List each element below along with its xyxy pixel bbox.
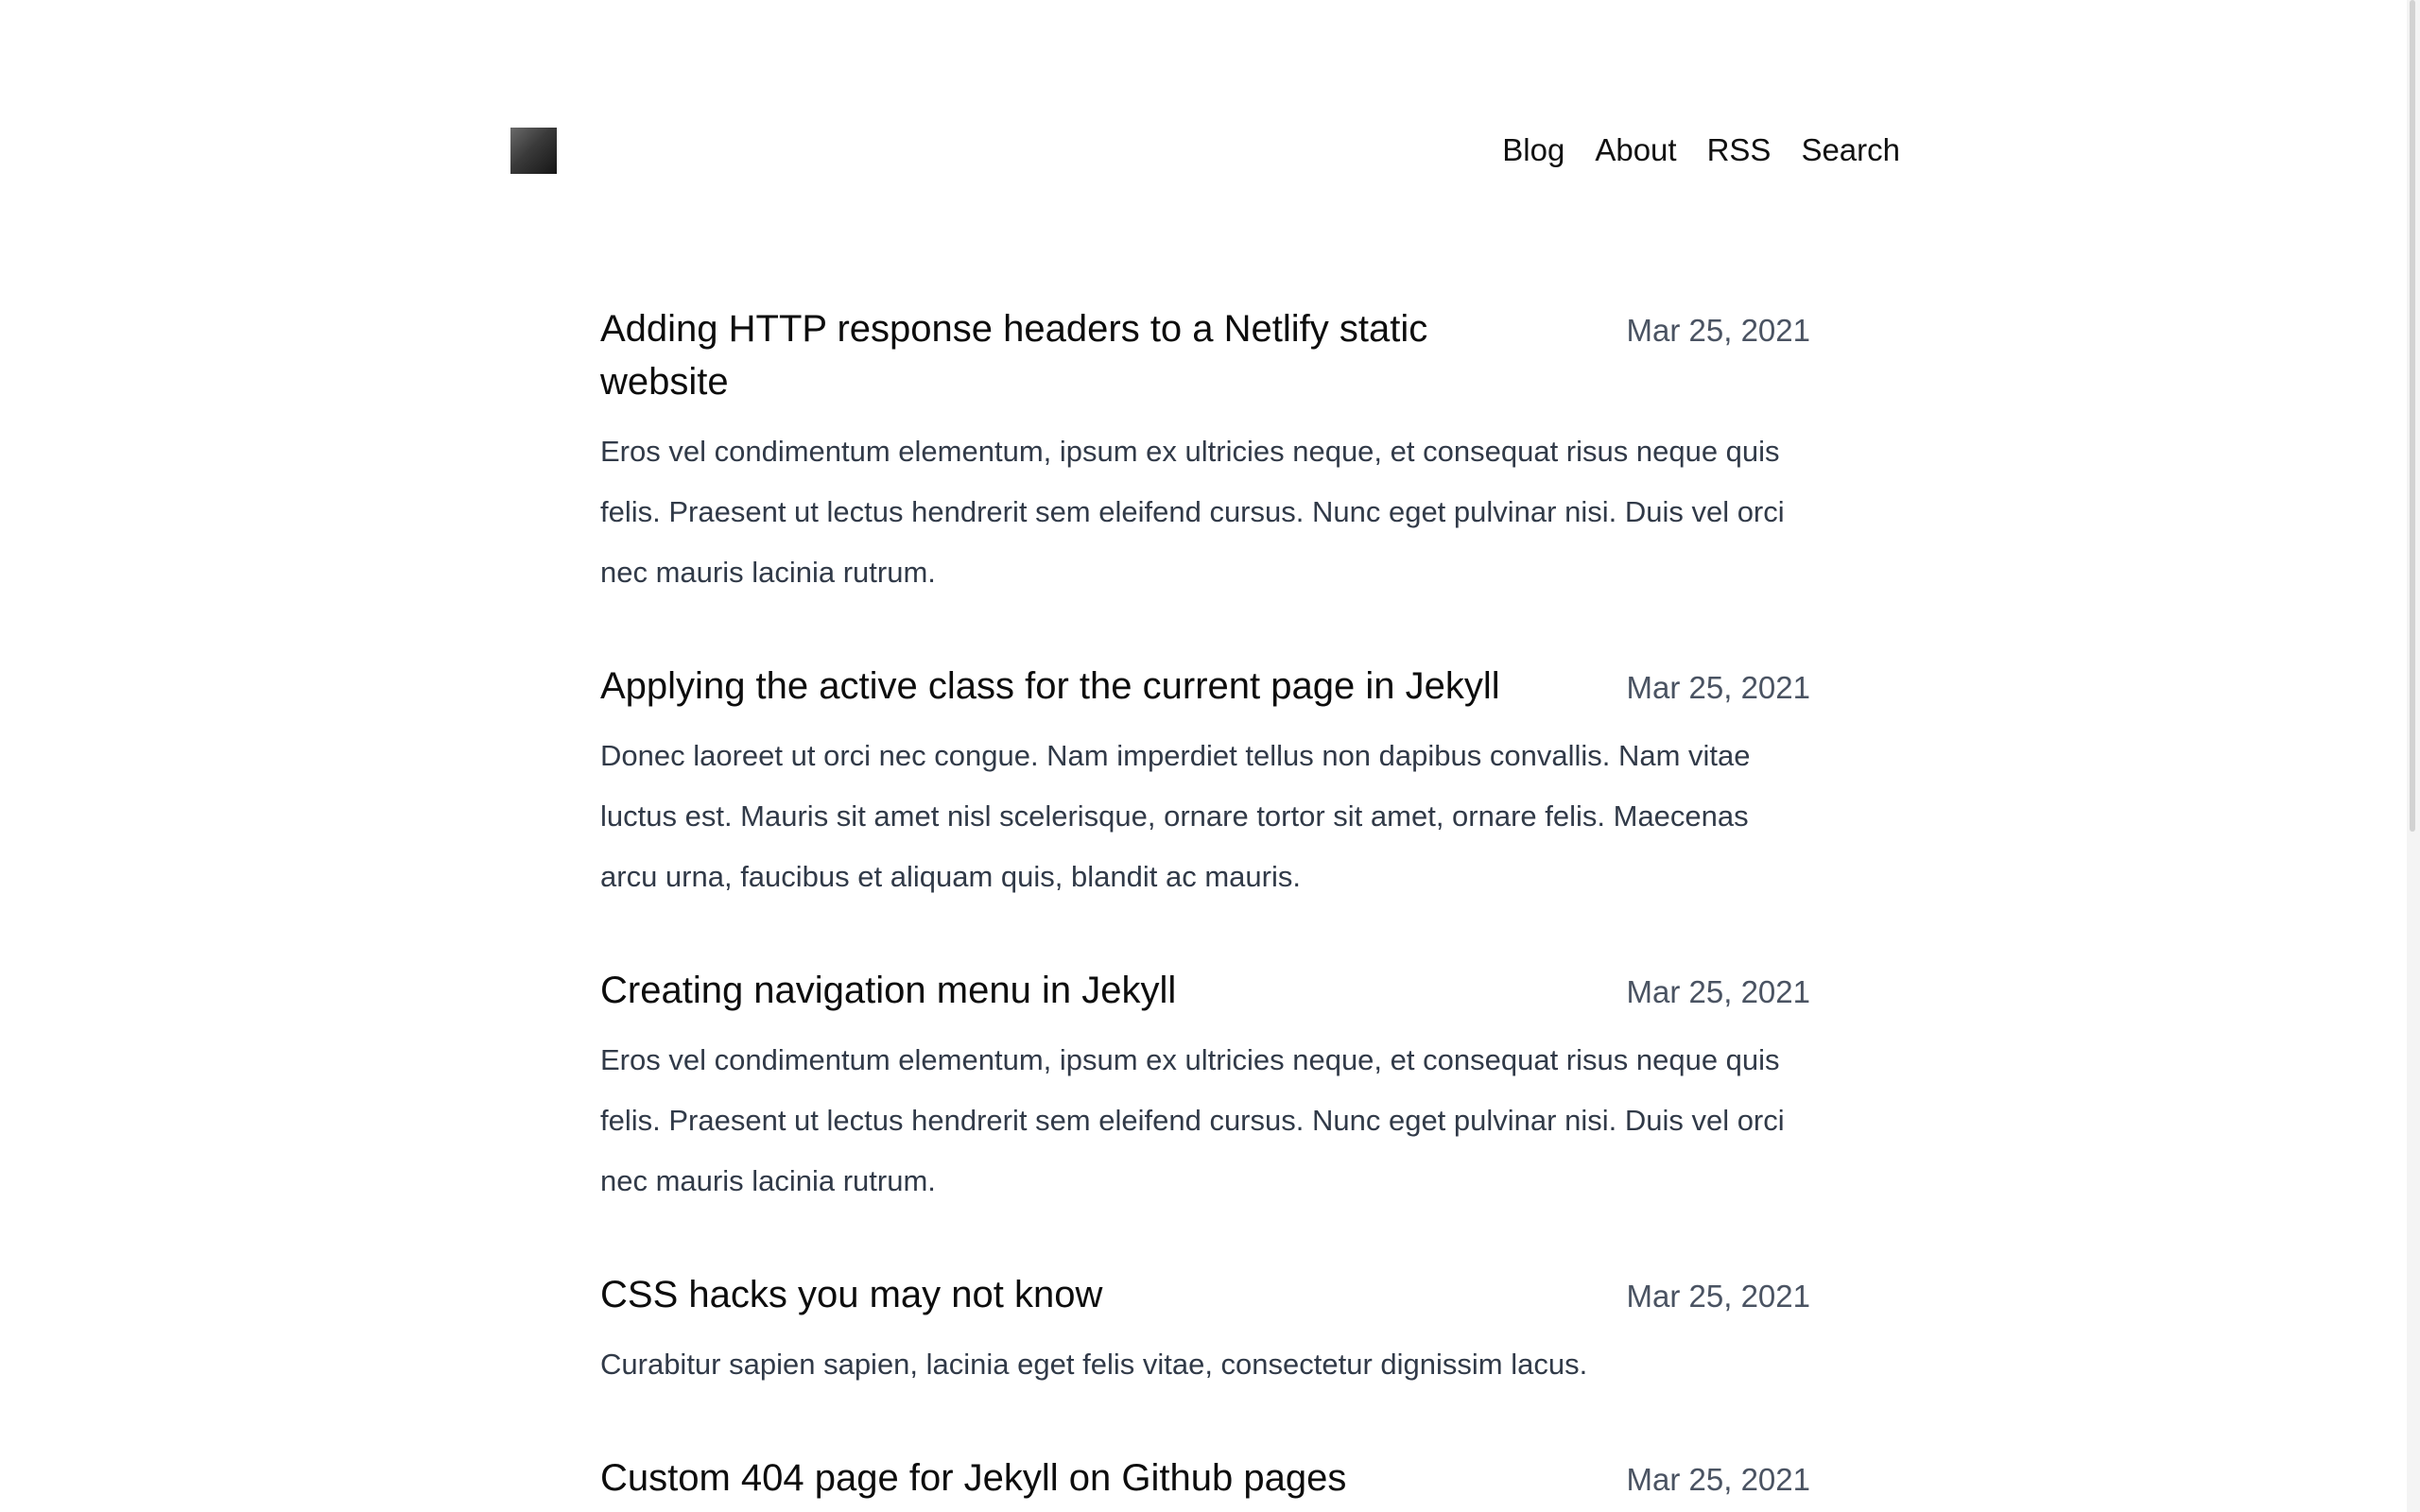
- post-date: Mar 25, 2021: [1626, 1462, 1810, 1497]
- post-title-link[interactable]: Applying the active class for the curren…: [600, 660, 1564, 713]
- scrollbar-thumb[interactable]: [2410, 0, 2415, 832]
- post-list: Adding HTTP response headers to a Netlif…: [600, 302, 1810, 1512]
- post-title-link[interactable]: Adding HTTP response headers to a Netlif…: [600, 302, 1564, 408]
- nav-item-search[interactable]: Search: [1801, 131, 1900, 169]
- post-excerpt: Donec laoreet ut orci nec congue. Nam im…: [600, 739, 1751, 893]
- vertical-scrollbar[interactable]: [2407, 0, 2420, 1512]
- post-date: Mar 25, 2021: [1626, 974, 1810, 1009]
- site-header: Blog About RSS Search: [510, 127, 1900, 174]
- post-date: Mar 25, 2021: [1626, 313, 1810, 348]
- post-title-link[interactable]: Creating navigation menu in Jekyll: [600, 964, 1564, 1017]
- post-excerpt: Eros vel condimentum elementum, ipsum ex…: [600, 1043, 1785, 1197]
- site-logo[interactable]: [510, 128, 557, 174]
- post-header: CSS hacks you may not know Mar 25, 2021: [600, 1268, 1810, 1321]
- post-title-link[interactable]: CSS hacks you may not know: [600, 1268, 1564, 1321]
- nav-item-about[interactable]: About: [1595, 131, 1676, 169]
- post-header: Applying the active class for the curren…: [600, 660, 1810, 713]
- post-item: Creating navigation menu in Jekyll Mar 2…: [600, 964, 1810, 1211]
- post-date: Mar 25, 2021: [1626, 670, 1810, 705]
- nav-item-blog[interactable]: Blog: [1502, 131, 1564, 169]
- main-nav: Blog About RSS Search: [1502, 131, 1900, 169]
- post-excerpt: Curabitur sapien sapien, lacinia eget fe…: [600, 1348, 1588, 1381]
- post-item: Applying the active class for the curren…: [600, 660, 1810, 907]
- post-item: Adding HTTP response headers to a Netlif…: [600, 302, 1810, 603]
- post-header: Creating navigation menu in Jekyll Mar 2…: [600, 964, 1810, 1017]
- post-date: Mar 25, 2021: [1626, 1279, 1810, 1314]
- post-excerpt: Eros vel condimentum elementum, ipsum ex…: [600, 435, 1785, 589]
- post-item: CSS hacks you may not know Mar 25, 2021 …: [600, 1268, 1810, 1395]
- post-item: Custom 404 page for Jekyll on Github pag…: [600, 1452, 1810, 1504]
- nav-item-rss[interactable]: RSS: [1707, 131, 1772, 169]
- page: Blog About RSS Search Adding HTTP respon…: [0, 0, 2420, 1512]
- post-header: Adding HTTP response headers to a Netlif…: [600, 302, 1810, 408]
- post-title-link[interactable]: Custom 404 page for Jekyll on Github pag…: [600, 1452, 1564, 1504]
- post-header: Custom 404 page for Jekyll on Github pag…: [600, 1452, 1810, 1504]
